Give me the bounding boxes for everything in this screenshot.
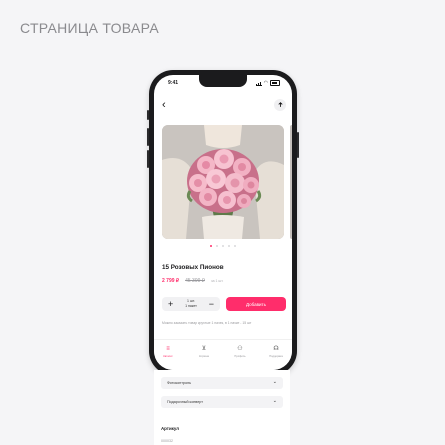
accordion-gift-envelope[interactable]: Подарочный конверт ⌄ bbox=[161, 396, 283, 408]
stepper-value-packs: 1 пакет bbox=[185, 303, 197, 308]
phone-notch bbox=[199, 75, 247, 87]
tab-support[interactable]: ☊ Поддержка bbox=[266, 346, 286, 358]
pagination-dot[interactable] bbox=[210, 245, 212, 247]
user-icon: ⚇ bbox=[237, 346, 243, 352]
add-to-cart-button[interactable]: Добавить bbox=[226, 297, 286, 311]
tab-profile[interactable]: ⚇ Профиль bbox=[230, 346, 250, 358]
article-value: 000032 bbox=[161, 439, 173, 443]
accordion-photo-control[interactable]: Фотоконтроль ⌄ bbox=[161, 377, 283, 389]
page-heading: СТРАНИЦА ТОВАРА bbox=[20, 20, 159, 36]
tab-label: Поддержка bbox=[269, 355, 283, 358]
article-title: Артикул bbox=[161, 426, 180, 431]
signal-icon bbox=[255, 81, 262, 86]
tab-label: Профиль bbox=[234, 355, 246, 358]
support-icon: ☊ bbox=[273, 346, 279, 352]
pagination-dot[interactable] bbox=[228, 245, 230, 247]
accordion-label: Фотоконтроль bbox=[167, 381, 191, 385]
chevron-down-icon: ⌄ bbox=[272, 379, 277, 385]
product-title: 15 Розовых Пионов bbox=[162, 264, 224, 271]
phone-frame: 9:41 ◠ ‹ 15 Розовых Пионов 2 799 ₽ 45 39… bbox=[147, 70, 299, 375]
stepper-value: 1 шт. 1 пакет bbox=[184, 299, 198, 308]
status-time: 9:41 bbox=[168, 80, 179, 86]
status-icons: ◠ bbox=[255, 80, 280, 86]
pagination-dot[interactable] bbox=[216, 245, 218, 247]
menu-icon: ≡ bbox=[166, 346, 170, 352]
tab-label: Корзина bbox=[199, 355, 209, 358]
accordion-label: Подарочный конверт bbox=[167, 400, 203, 404]
quantity-stepper: + 1 шт. 1 пакет − bbox=[162, 297, 220, 311]
tab-catalog[interactable]: ≡ Каталог bbox=[158, 346, 178, 358]
tab-cart[interactable]: ⊻ Корзина bbox=[194, 346, 214, 358]
stepper-plus-button[interactable]: + bbox=[168, 298, 173, 310]
price-row: 2 799 ₽ 45 399 ₽ за 1 шт. bbox=[162, 278, 223, 284]
order-note: Можно заказать товар круглые 1 пачек, в … bbox=[162, 321, 252, 325]
phone-volume-up bbox=[147, 128, 149, 146]
purchase-controls: + 1 шт. 1 пакет − Добавить bbox=[162, 297, 286, 311]
wifi-icon: ◠ bbox=[263, 80, 268, 86]
pagination-dot[interactable] bbox=[222, 245, 224, 247]
price-note: за 1 шт. bbox=[210, 279, 224, 283]
pagination-dot[interactable] bbox=[234, 245, 236, 247]
battery-icon bbox=[270, 80, 280, 86]
phone-power-button bbox=[297, 132, 299, 158]
product-image[interactable] bbox=[162, 125, 284, 239]
phone-screen: 9:41 ◠ ‹ 15 Розовых Пионов 2 799 ₽ 45 39… bbox=[154, 75, 292, 370]
share-icon bbox=[277, 101, 283, 107]
peony-bouquet-photo bbox=[162, 125, 284, 239]
share-button[interactable] bbox=[274, 99, 286, 111]
price-current: 2 799 ₽ bbox=[162, 278, 180, 284]
phone-side-button bbox=[147, 110, 149, 120]
tab-label: Каталог bbox=[163, 355, 173, 358]
chevron-down-icon: ⌄ bbox=[272, 398, 277, 404]
gallery-pagination bbox=[154, 245, 292, 247]
phone-volume-down bbox=[147, 150, 149, 168]
back-button[interactable]: ‹ bbox=[162, 100, 166, 111]
cart-icon: ⊻ bbox=[201, 346, 207, 352]
product-details-continuation: Фотоконтроль ⌄ Подарочный конверт ⌄ Арти… bbox=[154, 370, 290, 445]
next-product-image-peek bbox=[290, 125, 292, 239]
price-old: 45 399 ₽ bbox=[185, 278, 205, 284]
tab-bar: ≡ Каталог ⊻ Корзина ⚇ Профиль ☊ Поддержк… bbox=[154, 339, 292, 370]
stepper-minus-button[interactable]: − bbox=[209, 298, 214, 310]
